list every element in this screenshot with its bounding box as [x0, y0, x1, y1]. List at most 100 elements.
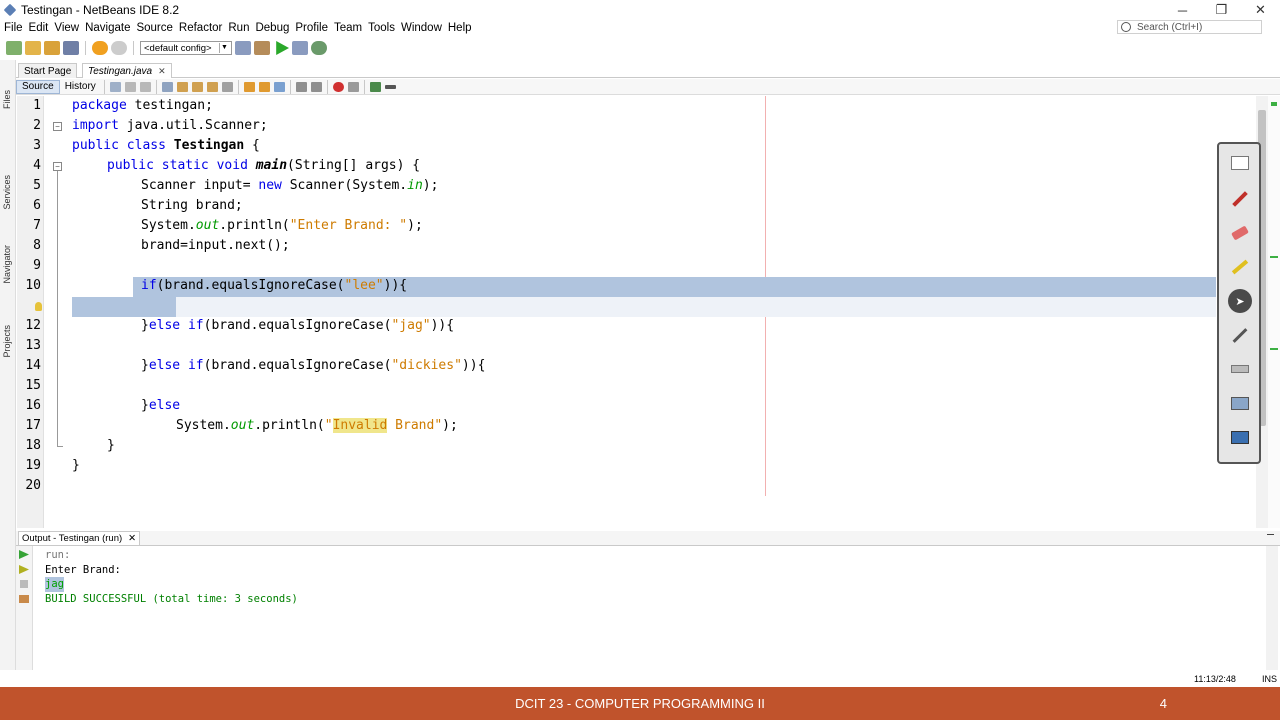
status-bar: 11:13/2:48 INS [0, 672, 1280, 686]
code-line-16: }else [141, 398, 181, 413]
minimize-output-icon[interactable] [1267, 534, 1274, 535]
source-button[interactable]: Source [16, 79, 60, 94]
menu-navigate[interactable]: Navigate [83, 22, 134, 34]
close-output-icon[interactable]: ✕ [128, 533, 136, 544]
output-scrollbar[interactable] [1266, 546, 1278, 670]
line-number: 13 [25, 338, 41, 353]
side-tab-files[interactable]: Files [2, 90, 14, 109]
comment-icon[interactable] [369, 81, 381, 92]
menu-view[interactable]: View [52, 22, 83, 34]
error-stripe [1268, 96, 1280, 528]
record-macro-icon[interactable] [332, 81, 344, 92]
whiteboard-icon[interactable] [1227, 150, 1253, 176]
run-icon[interactable] [276, 41, 289, 55]
menu-debug[interactable]: Debug [253, 22, 293, 34]
menu-file[interactable]: File [2, 22, 27, 34]
tab-output[interactable]: Output - Testingan (run) ✕ [18, 531, 141, 545]
main-toolbar: <default config> ▼ [0, 38, 1280, 58]
menu-edit[interactable]: Edit [27, 22, 53, 34]
rerun-options-icon[interactable] [19, 565, 29, 574]
fold-toggle-icon[interactable]: − [53, 162, 62, 171]
menu-source[interactable]: Source [134, 22, 176, 34]
shift-left-icon[interactable] [295, 81, 307, 92]
profile-icon[interactable] [311, 41, 327, 55]
close-window-button[interactable]: ✕ [1241, 0, 1280, 20]
stop-macro-icon[interactable] [347, 81, 359, 92]
side-tab-services[interactable]: Services [2, 175, 14, 210]
line-number: 19 [25, 458, 41, 473]
history-button[interactable]: History [60, 80, 101, 94]
line-number: 8 [33, 238, 41, 253]
fold-toggle-icon[interactable]: − [53, 122, 62, 131]
uncomment-icon[interactable] [384, 84, 396, 89]
output-settings-icon[interactable] [19, 595, 29, 603]
code-line-19: } [72, 458, 80, 473]
lightbulb-hint-icon[interactable] [35, 302, 42, 311]
debug-icon[interactable] [292, 41, 308, 55]
new-file-icon[interactable] [6, 41, 22, 55]
menu-window[interactable]: Window [399, 22, 446, 34]
code-line-14: }else if(brand.equalsIgnoreCase("dickies… [141, 358, 486, 373]
build-icon[interactable] [235, 41, 251, 55]
code-line-17: System.out.println("Invalid Brand"); [176, 418, 458, 433]
screen-icon[interactable] [1227, 390, 1253, 416]
next-bookmark-icon[interactable] [258, 81, 270, 92]
toggle-selection-icon[interactable] [221, 81, 233, 92]
eraser-icon[interactable] [1227, 220, 1253, 246]
desktop-icon[interactable] [1227, 424, 1253, 450]
open-project-icon[interactable] [44, 41, 60, 55]
search-input[interactable]: Search (Ctrl+I) [1117, 20, 1262, 34]
config-select[interactable]: <default config> ▼ [140, 41, 232, 55]
undo-icon[interactable] [92, 41, 108, 55]
slide-number: 4 [1159, 696, 1167, 711]
find-previous-icon[interactable] [176, 81, 188, 92]
tab-testingan-java[interactable]: Testingan.java ✕ [82, 63, 172, 78]
find-next-icon[interactable] [191, 81, 203, 92]
menu-run[interactable]: Run [226, 22, 253, 34]
pen-icon[interactable] [1227, 186, 1253, 212]
find-icon[interactable] [161, 81, 173, 92]
line-number: 15 [25, 378, 41, 393]
prev-bookmark-icon[interactable] [243, 81, 255, 92]
menu-help[interactable]: Help [446, 22, 476, 34]
new-project-icon[interactable] [25, 41, 41, 55]
editor-tab-row: Start Page Testingan.java ✕ [16, 62, 1280, 78]
minimize-button[interactable]: ─ [1163, 0, 1202, 20]
save-all-icon[interactable] [63, 41, 79, 55]
restore-button[interactable]: ❐ [1202, 0, 1241, 20]
back-icon[interactable] [124, 81, 136, 92]
stop-icon[interactable] [20, 580, 28, 588]
menu-refactor[interactable]: Refactor [177, 22, 226, 34]
code-line-8: brand=input.next(); [141, 238, 290, 253]
forward-icon[interactable] [139, 81, 151, 92]
side-tab-projects[interactable]: Projects [2, 325, 14, 358]
code-line-18: } [107, 438, 115, 453]
insert-mode: INS [1262, 674, 1278, 684]
toggle-bookmark-icon[interactable] [273, 81, 285, 92]
line-number: 5 [33, 178, 41, 193]
line-number: 3 [33, 138, 41, 153]
last-edit-icon[interactable] [109, 81, 121, 92]
code-line-1: package testingan; [72, 98, 213, 113]
menu-profile[interactable]: Profile [293, 22, 332, 34]
shift-right-icon[interactable] [310, 81, 322, 92]
code-line-6: String brand; [141, 198, 243, 213]
laser-pen-icon[interactable] [1227, 322, 1253, 348]
tab-start-page[interactable]: Start Page [18, 63, 78, 78]
menu-team[interactable]: Team [332, 22, 366, 34]
close-tab-icon[interactable]: ✕ [158, 66, 166, 77]
output-console[interactable]: run: Enter Brand: jag BUILD SUCCESSFUL (… [34, 546, 1264, 670]
rerun-icon[interactable] [19, 550, 29, 559]
line-number: 14 [25, 358, 41, 373]
side-tab-navigator[interactable]: Navigator [2, 245, 14, 284]
line-number: 4 [33, 158, 41, 173]
menu-tools[interactable]: Tools [366, 22, 399, 34]
pointer-icon[interactable]: ➤ [1227, 288, 1253, 314]
toggle-highlight-icon[interactable] [206, 81, 218, 92]
clean-build-icon[interactable] [254, 41, 270, 55]
highlighter-icon[interactable] [1227, 254, 1253, 280]
search-placeholder: Search (Ctrl+I) [1137, 21, 1203, 33]
keyboard-icon[interactable] [1227, 356, 1253, 382]
redo-icon[interactable] [111, 41, 127, 55]
code-line-4: public static void main(String[] args) { [107, 158, 421, 173]
